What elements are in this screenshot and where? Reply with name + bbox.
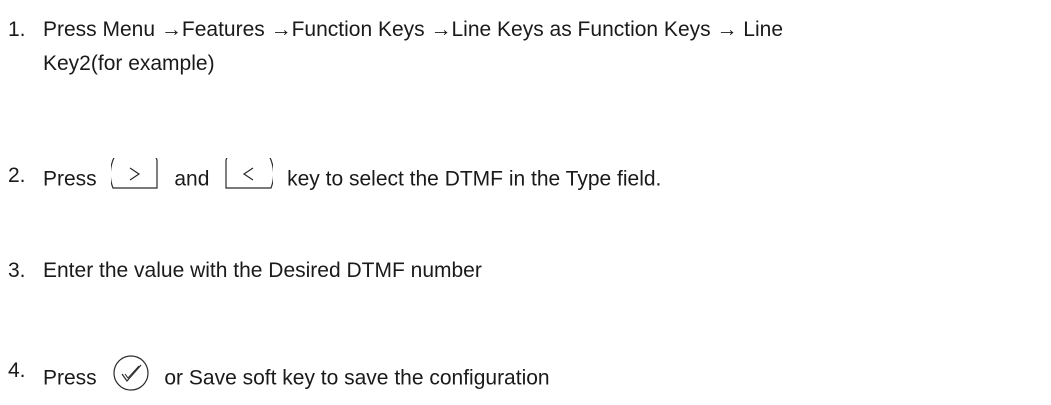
step-text-post: key to select the DTMF in the Type field…	[287, 167, 662, 191]
step-number: 2.	[8, 164, 26, 187]
step-text: Press or Save soft key to save the confi…	[43, 355, 550, 399]
step-3: 3. Enter the value with the Desired DTMF…	[0, 259, 1051, 289]
step-text-post: or Save soft key to save the configurati…	[164, 366, 550, 390]
step-4: 4. Press or Save soft key to save the co…	[0, 355, 1051, 399]
step-1: 1. Press Menu →Features →Function Keys →…	[0, 18, 1051, 78]
step-2: 2. Press and key to select the DTMF in t…	[0, 158, 1051, 204]
step-text: Press and key to select the DTMF in the …	[43, 158, 662, 196]
step-number: 4.	[8, 359, 26, 382]
step-number: 1.	[8, 18, 26, 41]
step-number: 3.	[8, 259, 26, 282]
left-arrow-key-icon	[223, 158, 274, 190]
step-text-mid: and	[174, 167, 210, 191]
right-arrow-key-icon	[110, 158, 161, 190]
step-text-continued: Key2(for example)	[43, 52, 215, 75]
ok-check-key-icon	[111, 353, 151, 393]
step-text: Enter the value with the Desired DTMF nu…	[43, 259, 482, 282]
step-text: Press Menu →Features →Function Keys →Lin…	[43, 18, 783, 41]
step-text-pre: Press	[43, 167, 97, 191]
step-text-pre: Press	[43, 366, 97, 390]
